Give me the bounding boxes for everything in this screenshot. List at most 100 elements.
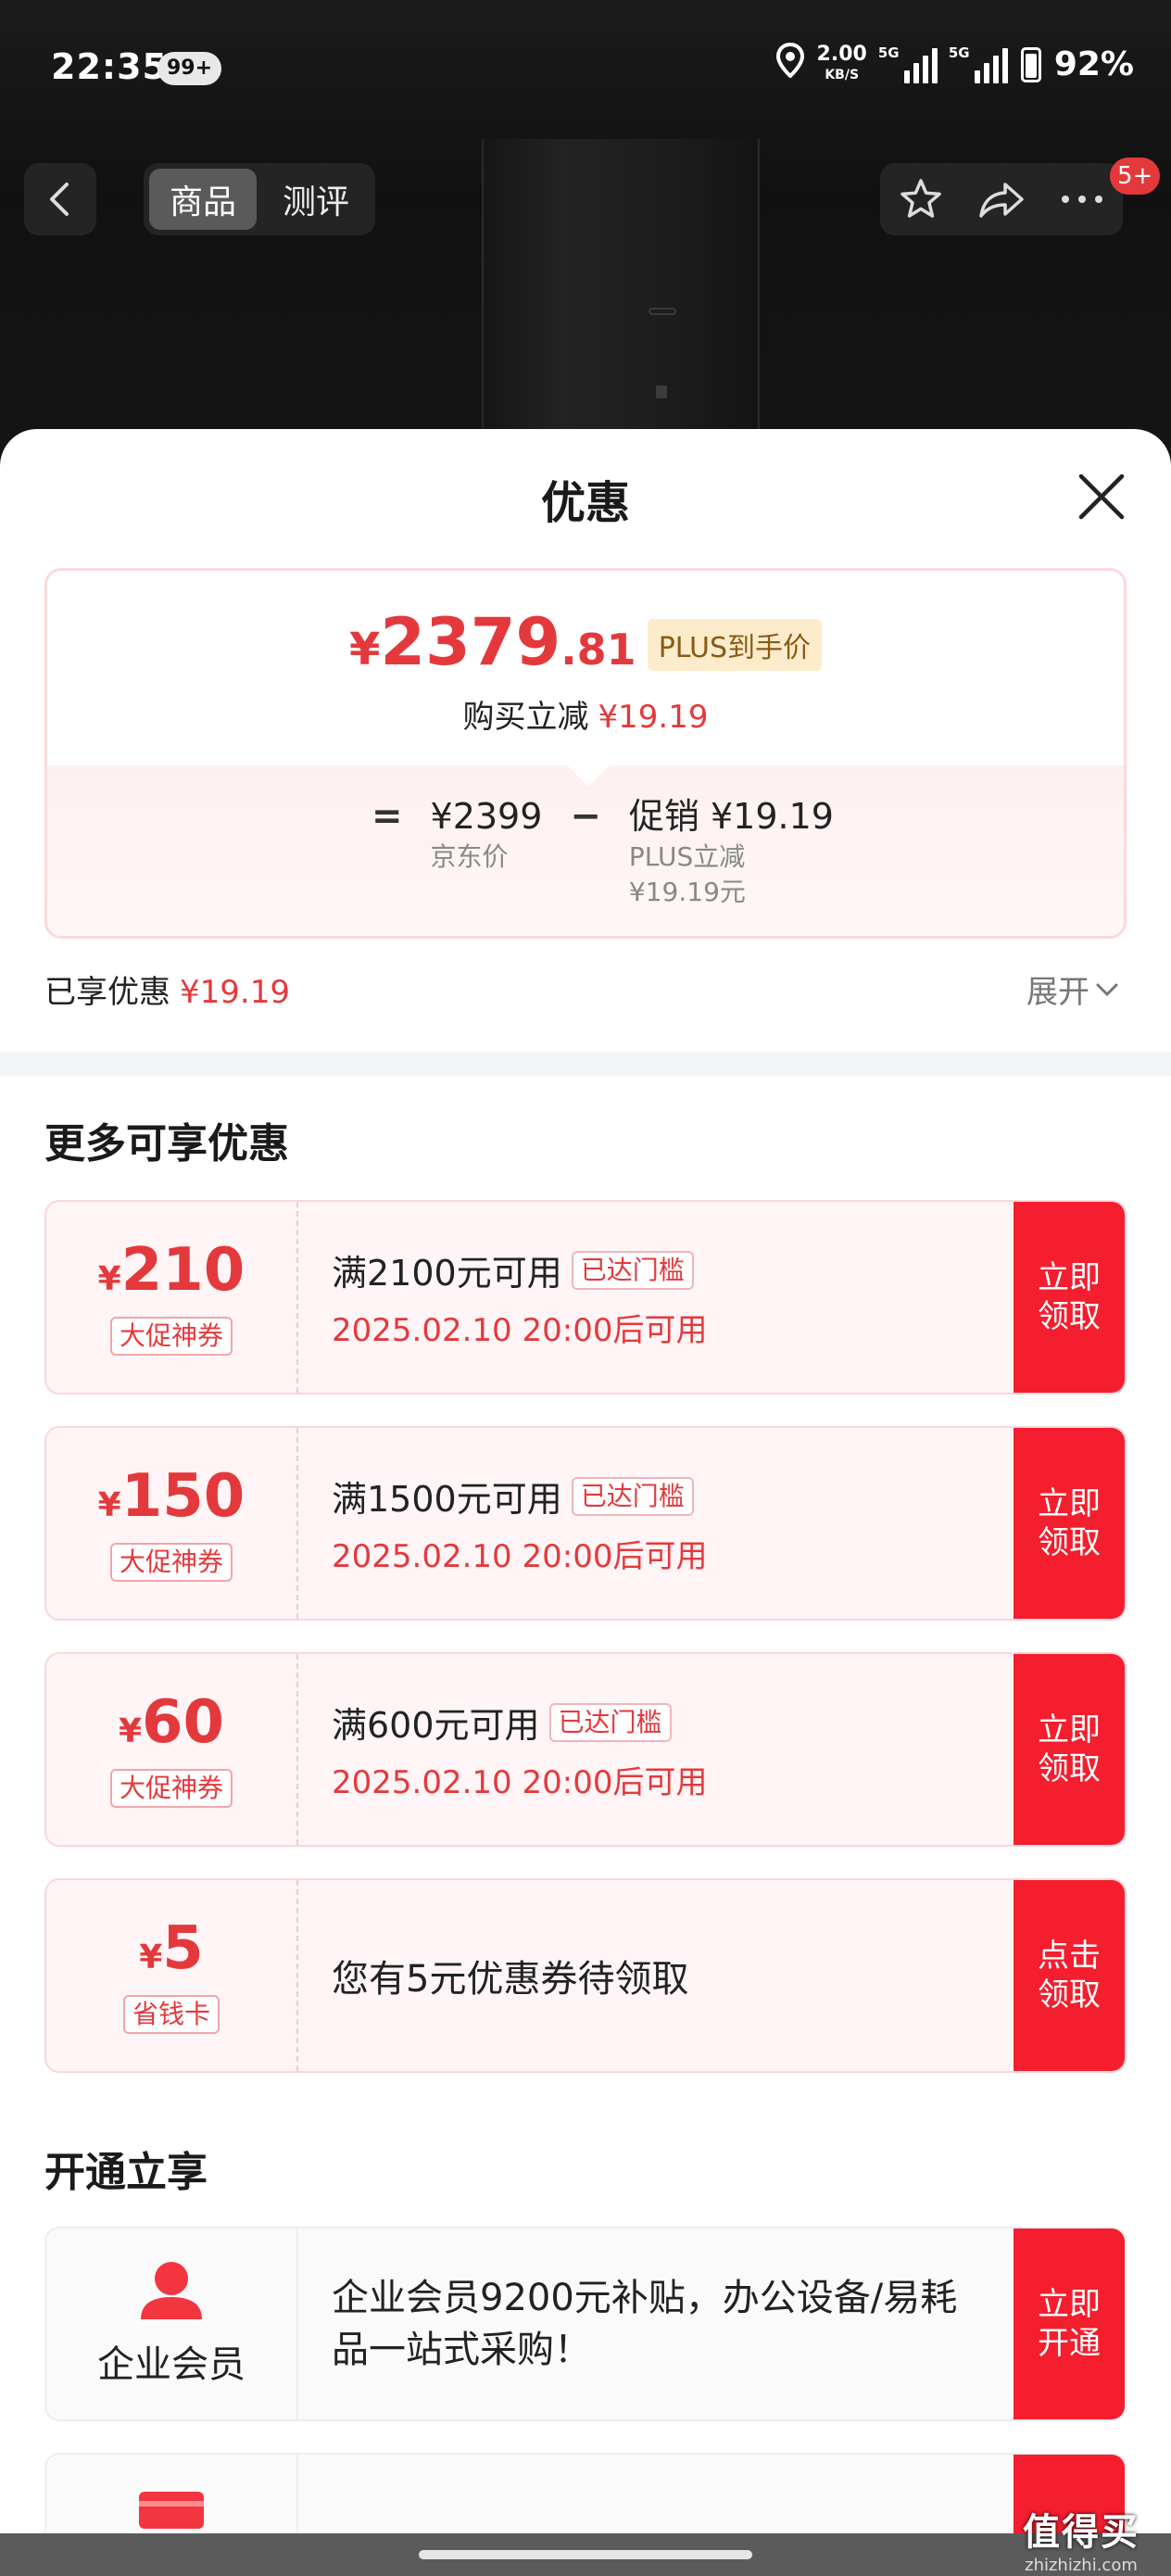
- coupon-value: ¥150: [98, 1465, 246, 1537]
- coupon-valid-time: 2025.02.10 20:00后可用: [332, 1538, 708, 1575]
- coupon-condition-row: 满1500元可用 已达门槛: [332, 1471, 1004, 1522]
- coupon-kind-tag: 大促神券: [109, 1543, 233, 1582]
- threshold-reached-tag: 已达门槛: [548, 1702, 672, 1742]
- battery-percent: 92%: [1053, 45, 1134, 83]
- coupon-kind-tag: 大促神券: [109, 1769, 233, 1808]
- enjoyed-label: 已享优惠: [44, 974, 170, 1011]
- threshold-reached-tag: 已达门槛: [571, 1476, 694, 1516]
- promo-col: 促销 ¥19.19 PLUS立减 ¥19.19元: [629, 793, 834, 910]
- status-bar: 22:35 99+ 2.00 KB/S 5G 5G 92%: [0, 0, 1171, 139]
- message-badge: 5+: [1110, 158, 1161, 195]
- status-time: 22:35: [51, 46, 168, 87]
- plus-price-tag: PLUS到手价: [647, 619, 823, 671]
- more-dots-icon: [1062, 196, 1103, 203]
- share-icon: [979, 183, 1024, 218]
- watermark-url: zhizhizhi.com: [1025, 2556, 1138, 2575]
- battery-icon: [1020, 46, 1041, 82]
- close-button[interactable]: [1071, 466, 1132, 527]
- coupon-value: ¥210: [98, 1239, 246, 1311]
- enterprise-member-card: 企业会员 企业会员9200元补贴，办公设备/易耗品一站式采购！ 立即开通: [44, 2227, 1127, 2421]
- member-description: 企业会员9200元补贴，办公设备/易耗品一站式采购！: [332, 2277, 958, 2371]
- claim-coupon-button[interactable]: 立即领取: [1014, 1654, 1125, 1845]
- tab-review[interactable]: 测评: [262, 169, 370, 230]
- chevron-down-icon: [1096, 983, 1118, 996]
- jd-price: ¥2399: [430, 796, 543, 837]
- status-right-cluster: 2.00 KB/S 5G 5G 92%: [775, 42, 1134, 86]
- coupon-value-area: ¥60 大促神券: [46, 1654, 298, 1845]
- coupon-currency: ¥: [97, 1260, 121, 1298]
- coupon-card: ¥5 省钱卡 您有5元优惠券待领取 点击领取: [44, 1878, 1127, 2073]
- coupon-kind-tag: 省钱卡: [122, 1995, 220, 2034]
- threshold-reached-tag: 已达门槛: [571, 1250, 694, 1290]
- signal-sim1-icon: 5G: [878, 44, 938, 83]
- coupon-condition: 满600元可用: [332, 1705, 540, 1746]
- net-speed-value: 2.00: [816, 42, 867, 66]
- coupon-valid-time: 2025.02.10 20:00后可用: [332, 1764, 708, 1801]
- chevron-left-icon: [50, 183, 69, 216]
- coupon-amount: 150: [120, 1462, 246, 1531]
- sheet-title: 优惠: [540, 477, 630, 529]
- promo-detail-label: PLUS立减: [628, 841, 746, 872]
- open-enjoy-title: 开通立享: [44, 2149, 208, 2196]
- coupon-currency: ¥: [139, 1938, 163, 1976]
- coupon-value-area: ¥210 大促神券: [46, 1202, 298, 1393]
- save-amount: ¥19.19: [598, 699, 709, 736]
- jd-price-col: ¥2399 京东价: [431, 793, 543, 910]
- coupon-kind-tag: 大促神券: [109, 1317, 233, 1356]
- coupon-detail: 您有5元优惠券待领取: [332, 1880, 1004, 2071]
- coupon-currency: ¥: [97, 1486, 121, 1524]
- claim-coupon-button[interactable]: 点击领取: [1014, 1880, 1125, 2071]
- person-icon: [141, 2262, 202, 2319]
- net-speed: 2.00 KB/S: [817, 44, 867, 85]
- coupon-card: ¥60 大促神券 满600元可用 已达门槛 2025.02.10 20:00后可用…: [44, 1652, 1127, 1847]
- member-label: 企业会员: [97, 2343, 246, 2386]
- promo-detail-amount: ¥19.19元: [628, 877, 746, 907]
- device-slot: [648, 308, 676, 315]
- coupon-amount: 5: [162, 1914, 204, 1983]
- final-price-row: ¥2379.81 PLUS到手价: [47, 610, 1124, 682]
- coupon-detail: 满600元可用 已达门槛 2025.02.10 20:00后可用: [332, 1654, 1004, 1845]
- card-icon: [139, 2492, 204, 2529]
- share-button[interactable]: [971, 169, 1032, 230]
- price-card: ¥2379.81 PLUS到手价 购买立减 ¥19.19 = ¥2399 京东价 …: [44, 568, 1127, 939]
- enjoyed-amount: ¥19.19: [180, 974, 290, 1011]
- coupon-condition: 满1500元可用: [332, 1479, 562, 1520]
- location-icon: [775, 42, 804, 86]
- device-lock-mark: [656, 385, 667, 398]
- home-indicator[interactable]: [419, 2550, 752, 2559]
- coupon-value-area: ¥5 省钱卡: [46, 1880, 298, 2071]
- price-decimal: .81: [560, 625, 636, 675]
- expand-label: 展开: [1026, 974, 1089, 1011]
- favorite-button[interactable]: [890, 169, 951, 230]
- product-tabs: 商品 测评: [144, 163, 375, 235]
- back-button[interactable]: [24, 163, 96, 235]
- equals-sign: =: [371, 795, 403, 838]
- signal-sim2-icon: 5G: [948, 44, 1008, 83]
- net-speed-unit: KB/S: [825, 67, 860, 82]
- site-watermark: 值得买 zhizhizhi.com: [1023, 2502, 1140, 2575]
- coupon-amount: 60: [142, 1688, 225, 1757]
- final-price: ¥2379.81: [349, 610, 636, 682]
- expand-button[interactable]: 展开: [1026, 966, 1119, 1012]
- nav-actions: [880, 163, 1123, 235]
- claim-coupon-button[interactable]: 立即领取: [1014, 1202, 1125, 1393]
- tab-product[interactable]: 商品: [149, 169, 257, 230]
- watermark-logo: 值得买: [1023, 2511, 1140, 2554]
- claim-coupon-button[interactable]: 立即领取: [1014, 1428, 1125, 1619]
- coupon-condition-row: 满2100元可用 已达门槛: [332, 1244, 1004, 1295]
- more-button[interactable]: [1051, 169, 1113, 230]
- price-integer: 2379: [380, 604, 561, 680]
- promo-amount: 促销 ¥19.19: [628, 796, 834, 837]
- more-offers-title: 更多可享优惠: [44, 1120, 289, 1168]
- coupon-condition: 满2100元可用: [332, 1253, 562, 1294]
- coupon-card: ¥150 大促神券 满1500元可用 已达门槛 2025.02.10 20:00后…: [44, 1426, 1127, 1621]
- minus-sign: −: [570, 795, 601, 838]
- coupon-value: ¥5: [139, 1917, 204, 1989]
- coupon-currency: ¥: [118, 1712, 142, 1750]
- coupon-detail: 满1500元可用 已达门槛 2025.02.10 20:00后可用: [332, 1428, 1004, 1619]
- open-membership-button[interactable]: 立即开通: [1014, 2229, 1125, 2419]
- coupon-condition-row: 满600元可用 已达门槛: [332, 1697, 1004, 1748]
- enjoyed-discount: 已享优惠 ¥19.19: [44, 966, 290, 1012]
- sim2-label: 5G: [948, 44, 970, 61]
- discount-sheet: 优惠 ¥2379.81 PLUS到手价 购买立减 ¥19.19 = ¥2399 京…: [0, 429, 1171, 2576]
